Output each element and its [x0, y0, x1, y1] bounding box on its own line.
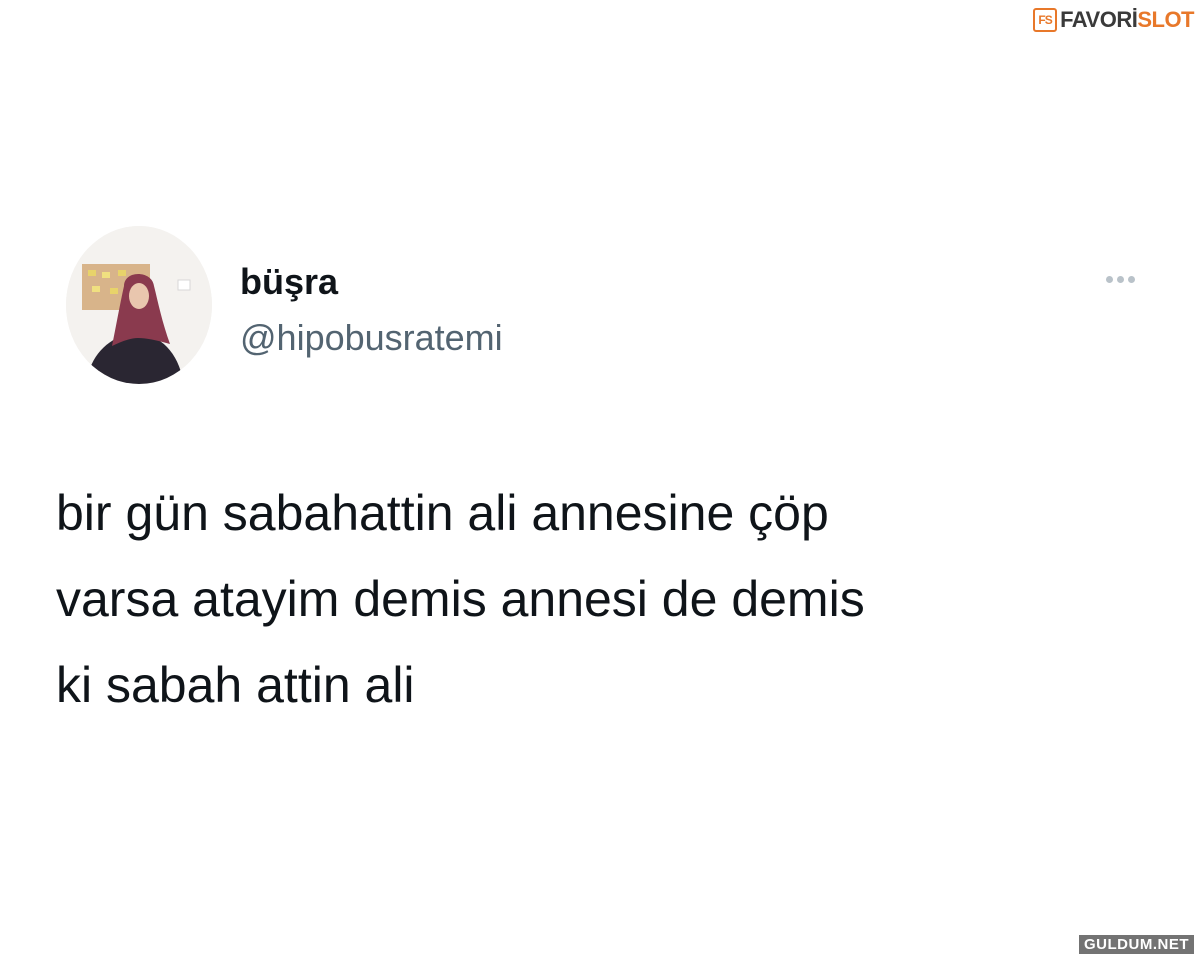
tweet-card: büşra @hipobusratemi bir gün sabahattin … [0, 0, 1200, 960]
tweet-text-line: ki sabah attin ali [56, 657, 415, 713]
ellipsis-icon [1105, 275, 1113, 283]
guldum-watermark: GULDUM.NET [1079, 935, 1194, 954]
more-options-button[interactable] [1092, 264, 1148, 294]
tweet-text-line: varsa atayim demis annesi de demis [56, 571, 865, 627]
tweet-text-line: bir gün sabahattin ali annesine çöp [56, 485, 829, 541]
tweet-text: bir gün sabahattin ali annesine çöp vars… [56, 470, 1156, 728]
profile-photo-icon [66, 226, 212, 384]
user-handle[interactable]: @hipobusratemi [240, 316, 503, 360]
display-name[interactable]: büşra [240, 260, 338, 304]
ellipsis-icon [1116, 275, 1124, 283]
ellipsis-icon [1127, 275, 1135, 283]
avatar[interactable] [66, 226, 212, 384]
